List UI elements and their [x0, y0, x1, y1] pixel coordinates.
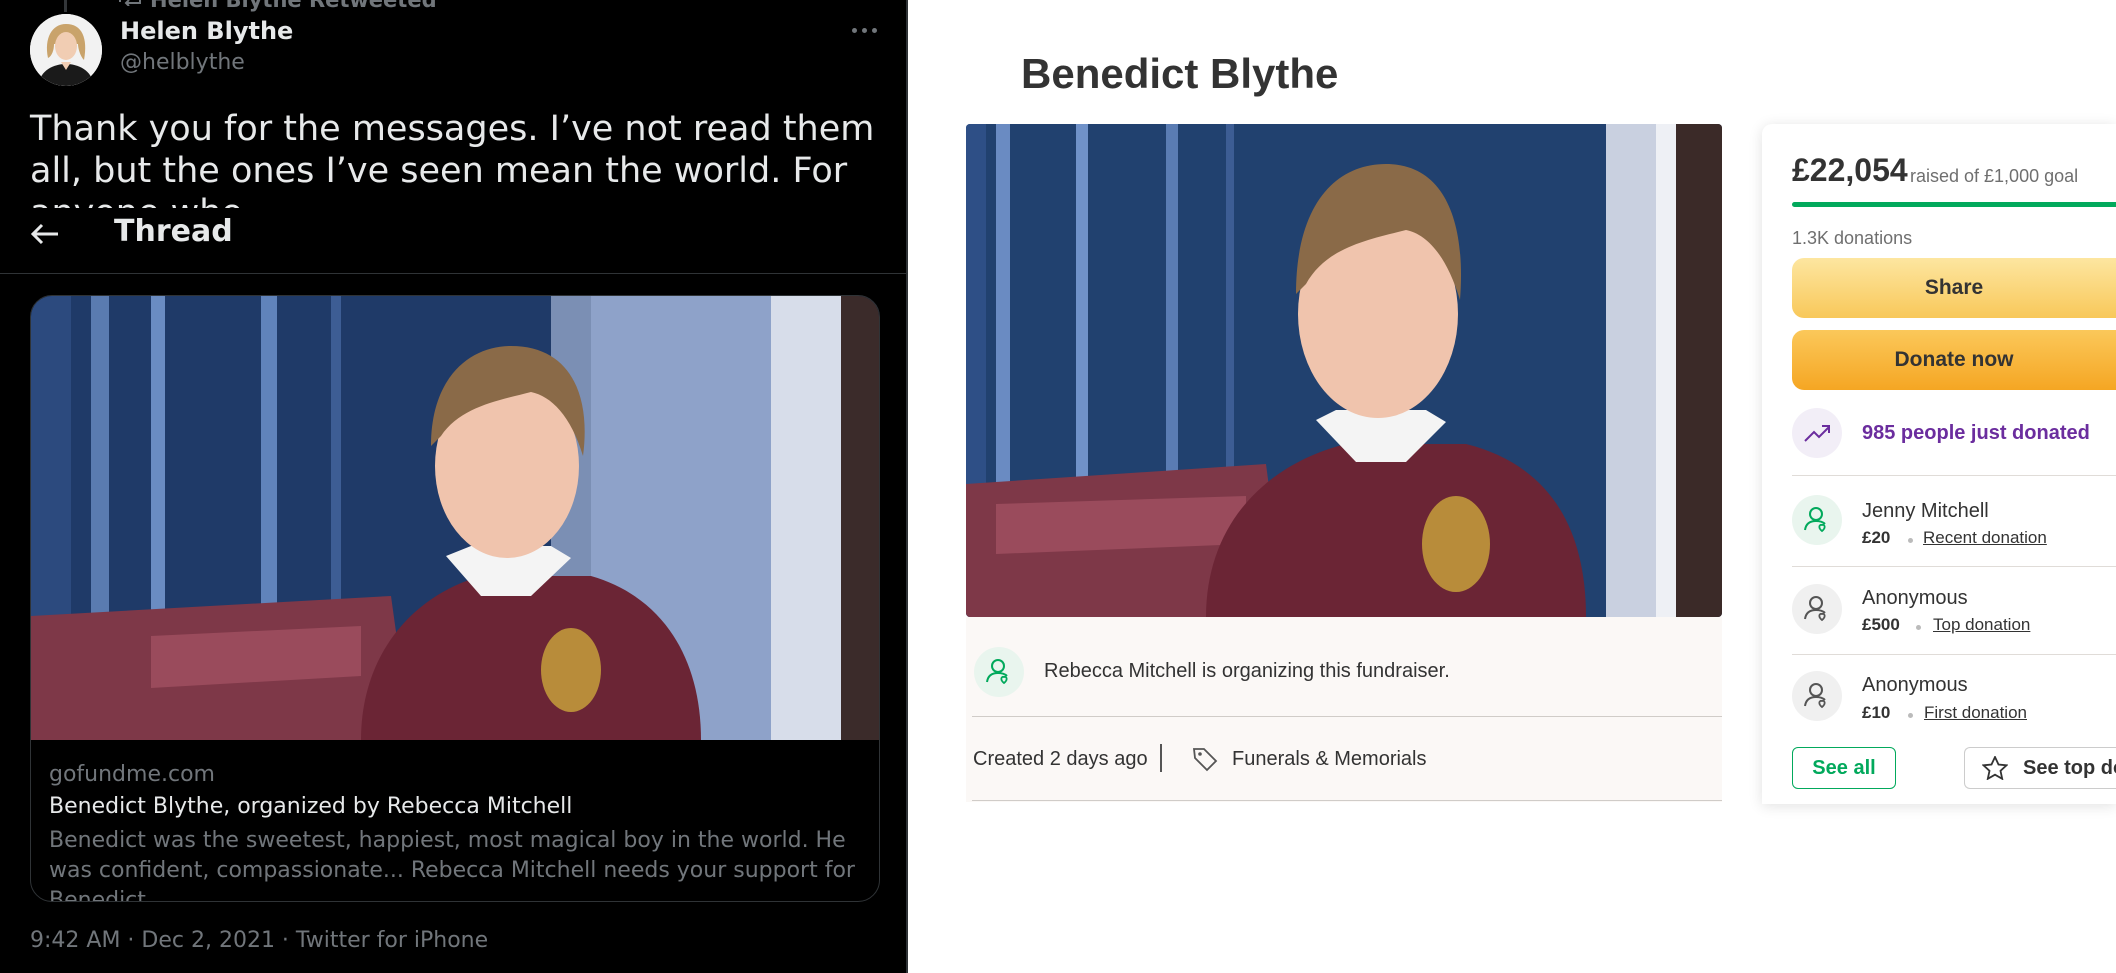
twitter-thread-panel: Helen Blythe Retweeted Helen Blythe @hel… [0, 0, 908, 973]
author-name[interactable]: Helen Blythe [120, 17, 293, 45]
divider [1792, 566, 2116, 567]
star-icon [1982, 756, 2008, 780]
tweet-timestamp[interactable]: 9:42 AM · Dec 2, 2021 · Twitter for iPho… [30, 928, 488, 953]
donation-type-link[interactable]: Recent donation [1923, 528, 2047, 548]
donor-amount: £500 [1862, 615, 1900, 634]
progress-bar [1792, 202, 2116, 207]
thread-title: Thread [114, 214, 233, 249]
thread-connector-line [64, 0, 67, 12]
donation-type-link[interactable]: Top donation [1933, 615, 2030, 635]
organizer-icon [974, 647, 1024, 697]
card-domain: gofundme.com [49, 762, 215, 787]
divider [972, 800, 1722, 801]
category-link[interactable]: Funerals & Memorials [1232, 748, 1427, 771]
campaign-title: Benedict Blythe [1021, 50, 1339, 97]
donate-button[interactable]: Donate now [1792, 330, 2116, 390]
divider [1792, 475, 2116, 476]
campaign-hero-image [966, 124, 1722, 617]
fundraiser-info-section [966, 617, 1722, 802]
separator-dot [1908, 713, 1913, 718]
retweet-indicator[interactable]: Helen Blythe Retweeted [150, 0, 437, 12]
see-all-button[interactable]: See all [1792, 747, 1896, 789]
donations-count: 1.3K donations [1792, 228, 1913, 248]
divider [972, 716, 1722, 717]
author-handle[interactable]: @helblythe [120, 50, 245, 75]
more-options-icon[interactable] [852, 24, 878, 36]
retweet-icon [119, 0, 141, 6]
gofundme-panel: Benedict Blythe Rebecca Mitchell is orga… [908, 0, 2116, 973]
donor-heart-icon [1792, 584, 1842, 634]
organizer-text: Rebecca Mitchell is organizing this fund… [1044, 660, 1450, 682]
card-description: Benedict was the sweetest, happiest, mos… [49, 828, 855, 902]
divider [1160, 744, 1162, 772]
donor-amount: £10 [1862, 703, 1891, 722]
goal-text: raised of £1,000 goal [1910, 166, 2079, 186]
donor-heart-icon [1792, 671, 1842, 721]
donor-heart-icon [1792, 495, 1842, 545]
donation-type-link[interactable]: First donation [1924, 703, 2027, 723]
donor-name: Jenny Mitchell [1862, 500, 1989, 522]
back-arrow-icon[interactable] [30, 222, 60, 246]
trending-icon [1792, 408, 1842, 458]
card-title: Benedict Blythe, organized by Rebecca Mi… [49, 794, 573, 819]
donor-name: Anonymous [1862, 674, 1968, 696]
created-date: Created 2 days ago [973, 748, 1148, 770]
recent-donors-count: 985 people just donated [1862, 422, 2090, 444]
donor-name: Anonymous [1862, 587, 1968, 609]
amount-raised: £22,054 [1792, 152, 1908, 188]
tag-icon [1192, 748, 1218, 772]
link-preview-card[interactable]: gofundme.com Benedict Blythe, organized … [30, 295, 880, 902]
divider [1792, 654, 2116, 655]
author-avatar[interactable] [30, 14, 102, 86]
donor-amount: £20 [1862, 528, 1891, 547]
share-button[interactable]: Share [1792, 258, 2116, 318]
separator-dot [1908, 538, 1913, 543]
card-photo [31, 296, 879, 740]
separator-dot [1916, 625, 1921, 630]
